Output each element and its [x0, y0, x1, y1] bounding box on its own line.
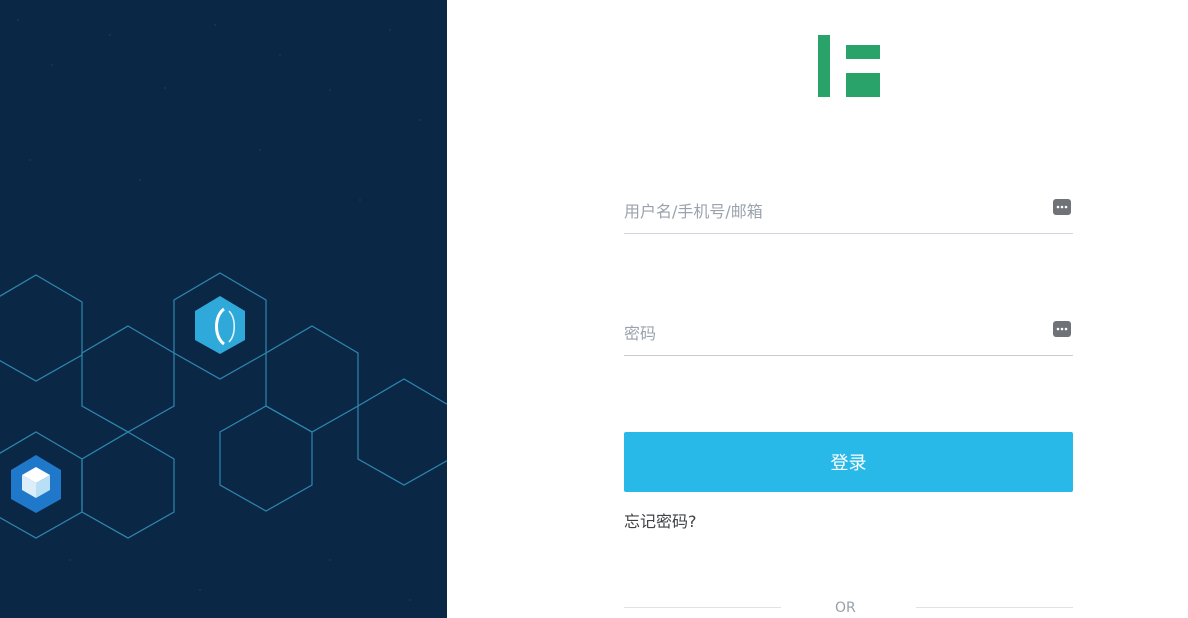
forgot-password-link[interactable]: 忘记密码?: [624, 508, 697, 532]
password-field: [624, 315, 1073, 356]
password-input[interactable]: [624, 315, 1024, 351]
brand-logo: [818, 35, 880, 97]
username-field: [624, 193, 1073, 234]
divider-line-right: [916, 607, 1073, 608]
left-hero-panel: [0, 0, 447, 618]
password-dots-icon[interactable]: [1053, 199, 1071, 215]
hexagon-network-illustration: [0, 19, 447, 601]
username-input[interactable]: [624, 193, 1024, 229]
divider-line-left: [624, 607, 781, 608]
password-dots-icon[interactable]: [1053, 321, 1071, 337]
circle-shape-icon: [195, 296, 245, 354]
cube-icon: [11, 455, 61, 513]
or-divider-label: OR: [835, 600, 856, 616]
dots-icon: [1056, 205, 1068, 209]
dots-icon: [1056, 327, 1068, 331]
login-button[interactable]: 登录: [624, 432, 1073, 492]
